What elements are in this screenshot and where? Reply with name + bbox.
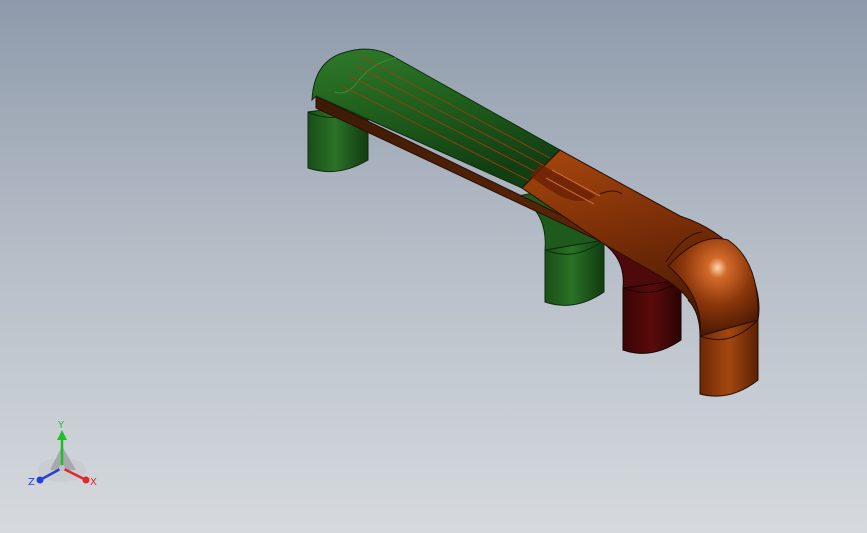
y-axis-label: Y — [57, 420, 65, 431]
x-endpoint-icon — [82, 476, 90, 484]
z-endpoint-icon — [36, 476, 44, 484]
graphics-viewport[interactable]: Y X Z — [0, 0, 867, 533]
y-arrow-icon — [57, 430, 67, 440]
x-axis-label: X — [90, 477, 97, 488]
orientation-triad[interactable]: Y X Z — [22, 418, 106, 498]
z-axis-label: Z — [28, 477, 35, 488]
triad-origin — [59, 465, 65, 471]
handle-model[interactable] — [0, 0, 867, 533]
